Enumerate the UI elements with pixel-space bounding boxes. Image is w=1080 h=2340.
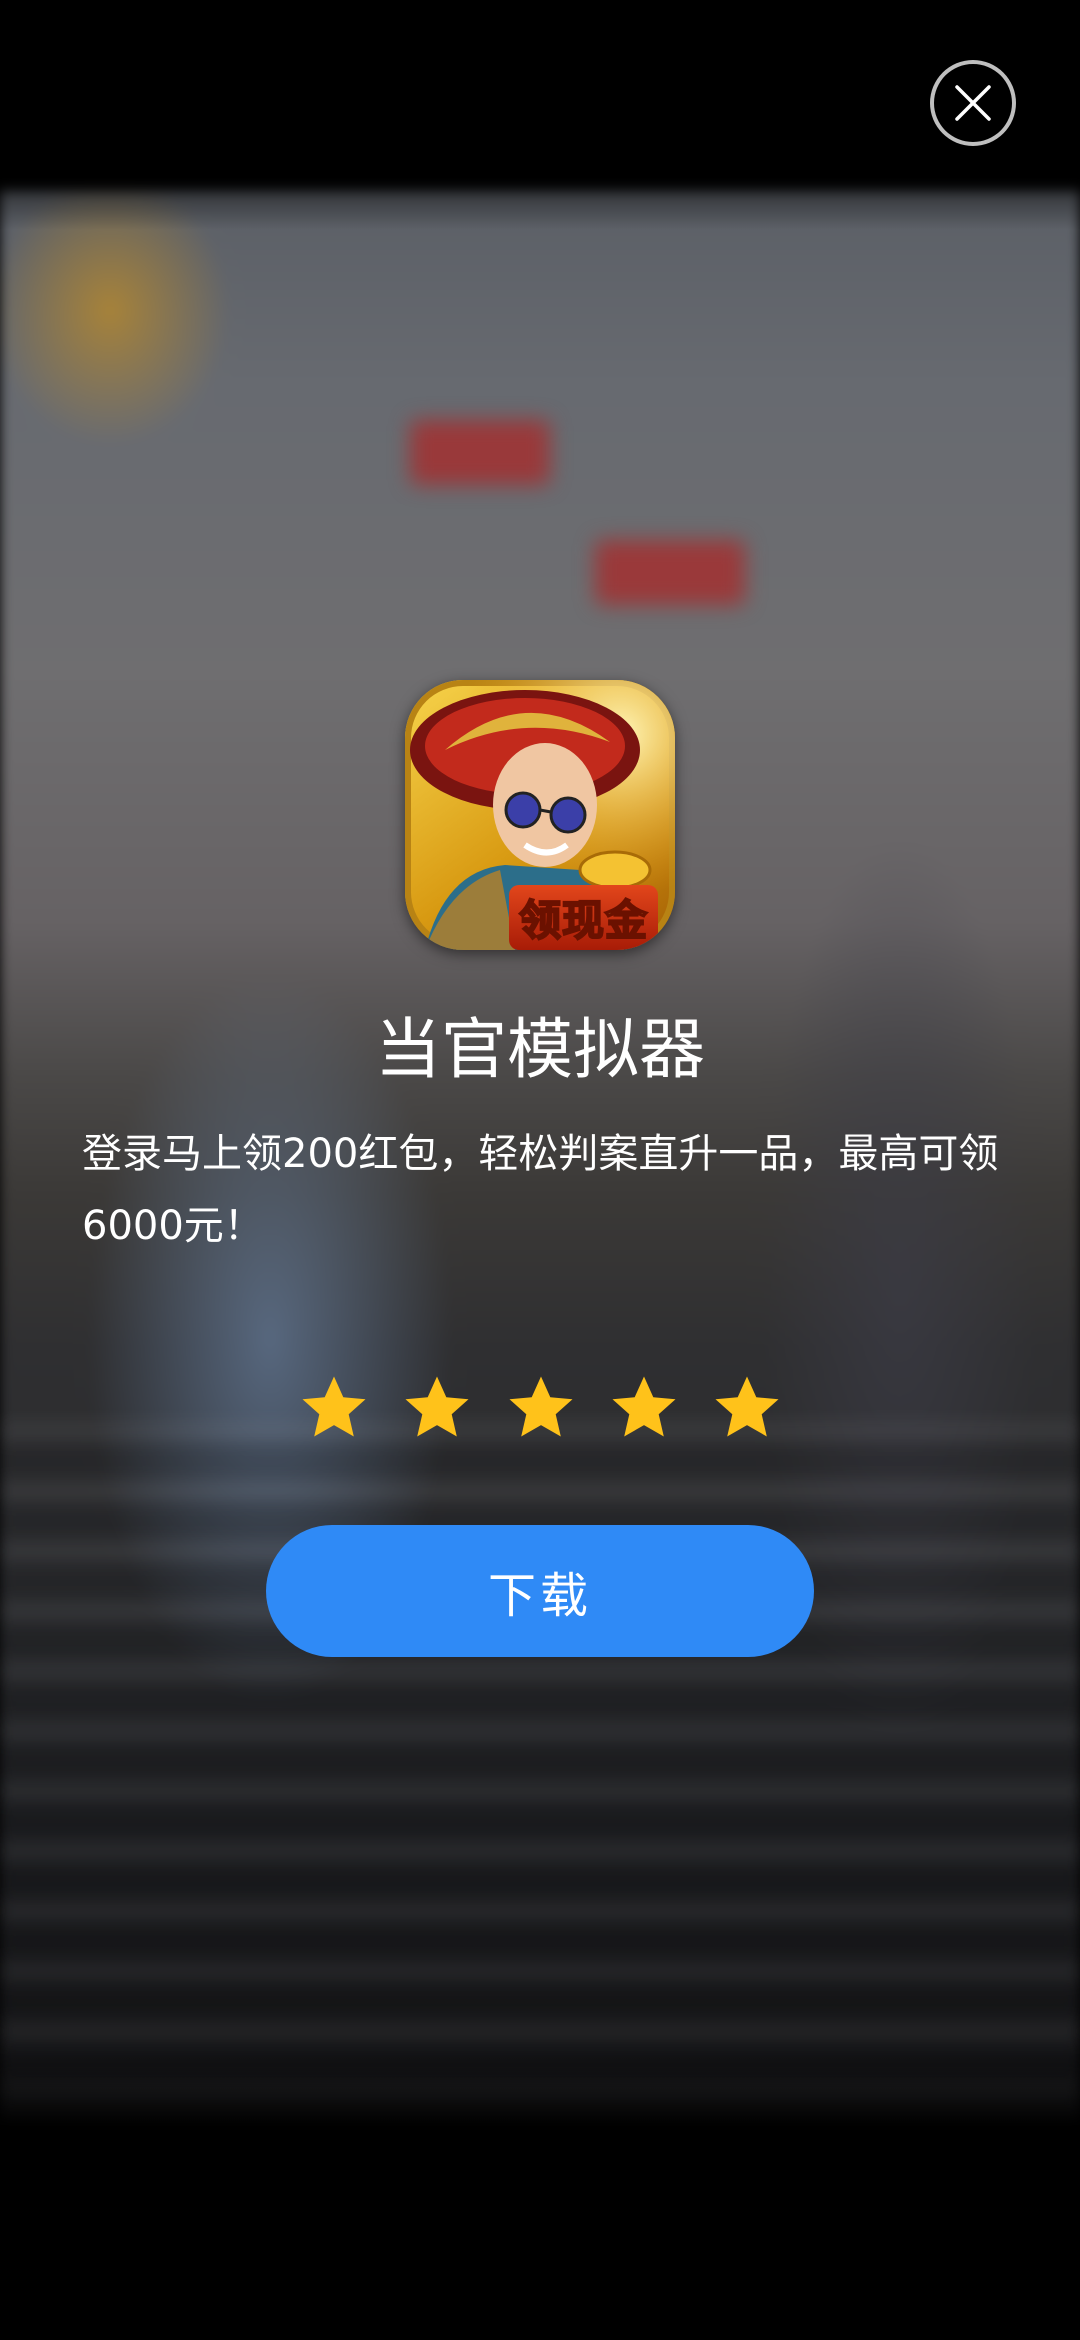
rating-stars (298, 1372, 783, 1444)
app-icon[interactable]: 领现金 (405, 680, 675, 950)
ad-overlay-screen: 领现金 当官模拟器 登录马上领200红包，轻松判案直升一品，最高可领6000元！… (0, 0, 1080, 2340)
background-sign-blur (410, 420, 550, 485)
close-icon (955, 85, 991, 121)
app-title: 当官模拟器 (375, 1011, 705, 1088)
close-button[interactable] (930, 60, 1016, 146)
star-icon (405, 1376, 469, 1437)
app-description: 登录马上领200红包，轻松判案直升一品，最高可领6000元！ (82, 1131, 999, 1249)
star-icon (302, 1376, 366, 1437)
background-fade-top (0, 140, 1080, 230)
star-icon (509, 1376, 572, 1437)
background-sign-blur (595, 540, 745, 605)
icon-badge: 领现金 (509, 885, 659, 950)
star-icon (715, 1376, 779, 1437)
star-icon (612, 1376, 676, 1437)
background-fade-bottom (0, 2050, 1080, 2150)
download-button[interactable]: 下载 (266, 1525, 814, 1657)
